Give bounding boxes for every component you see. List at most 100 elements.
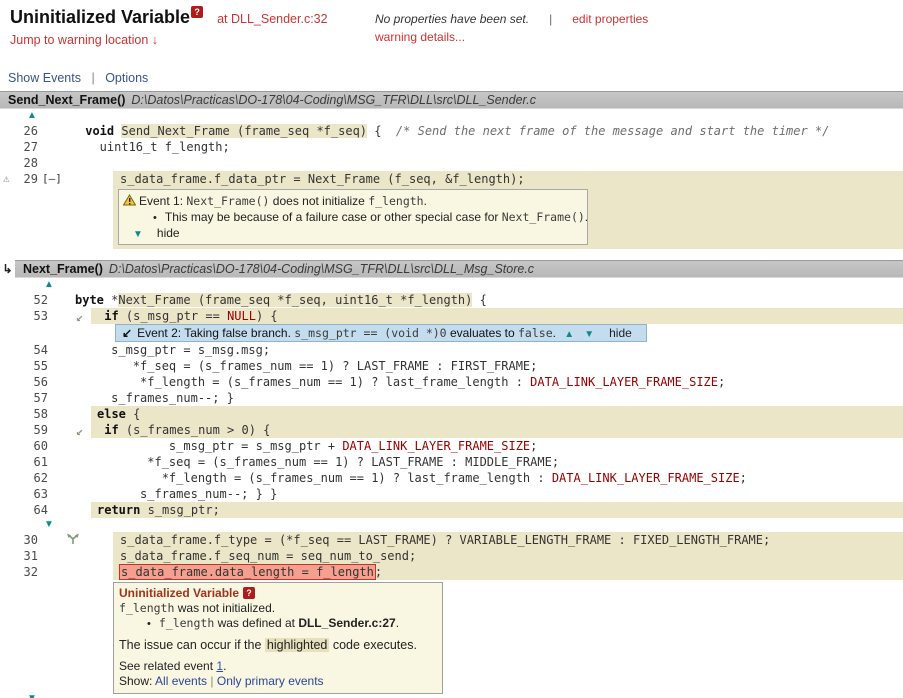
event-bar: ↙Event 2: Taking false branch. s_msg_ptr… bbox=[115, 324, 647, 342]
highlighted-code-row: if (s_frames_num > 0) { bbox=[91, 422, 903, 438]
code-token: { bbox=[472, 293, 486, 307]
code-text: return s_msg_ptr; bbox=[91, 502, 903, 518]
branch-arrow-icon: ↙ bbox=[122, 326, 132, 340]
code-text: if (s_frames_num > 0) { bbox=[91, 422, 903, 438]
edit-properties-link[interactable]: edit properties bbox=[572, 12, 648, 26]
line-number[interactable]: 56 bbox=[0, 374, 48, 390]
code-text: s_frames_num--; } bbox=[75, 390, 903, 406]
line-number[interactable]: 64 bbox=[0, 502, 48, 518]
scroll-up-icon[interactable]: ▲ bbox=[44, 279, 54, 290]
line-number[interactable]: 55 bbox=[0, 358, 48, 374]
code-text: *f_length = (s_frames_num == 1) ? last_f… bbox=[75, 470, 903, 486]
text-segment: DLL_Sender.c:27 bbox=[298, 616, 395, 630]
text-segment: f_length bbox=[368, 194, 423, 208]
event-bar-row: ↙Event 2: Taking false branch. s_msg_ptr… bbox=[0, 324, 903, 342]
line-number[interactable]: 54 bbox=[0, 342, 48, 358]
text-segment: . bbox=[424, 194, 427, 208]
code-line: 58else { bbox=[0, 406, 903, 422]
scroll-down-icon[interactable]: ▼ bbox=[44, 519, 54, 530]
code-line: 54 s_msg_ptr = s_msg.msg; bbox=[0, 342, 903, 358]
related-event-line: See related event 1. bbox=[119, 659, 437, 674]
function-name[interactable]: Next_Frame() bbox=[23, 262, 103, 276]
line-number[interactable]: 53 bbox=[0, 308, 48, 324]
bullet-icon: • bbox=[153, 212, 157, 224]
code-token: (s_msg_ptr == bbox=[119, 309, 227, 323]
code-line: 55 *f_seq = (s_frames_num == 1) ? LAST_F… bbox=[0, 358, 903, 374]
line-number[interactable]: 61 bbox=[0, 454, 48, 470]
text-segment: false bbox=[518, 326, 553, 340]
help-badge-icon[interactable]: ? bbox=[191, 6, 203, 18]
text-segment: The issue can occur if the bbox=[119, 638, 265, 652]
text-segment: | bbox=[207, 674, 217, 688]
line-number[interactable]: 30 bbox=[0, 532, 38, 548]
code-token: { bbox=[126, 407, 140, 421]
text-segment: See related event bbox=[119, 659, 216, 673]
options-link[interactable]: Options bbox=[105, 71, 148, 85]
warning-location-file[interactable]: DLL_Sender.c:32 bbox=[231, 12, 328, 26]
next-event-icon[interactable]: ▼ bbox=[584, 329, 594, 340]
code-token: s_data_frame.f_data_ptr = Next_Frame (f_… bbox=[120, 172, 525, 186]
highlighted-code-row: s_data_frame.f_seq_num = seq_num_to_send… bbox=[113, 548, 903, 564]
function-header-row: ↳ Next_Frame() D:\Datos\Practicas\DO-178\0… bbox=[0, 260, 903, 278]
line-number[interactable]: 60 bbox=[0, 438, 48, 454]
warning-details-link[interactable]: warning details... bbox=[375, 30, 648, 44]
function-header-row: Send_Next_Frame()D:\Datos\Practicas\DO-1… bbox=[0, 91, 903, 109]
show-events-link[interactable]: Show Events bbox=[8, 71, 81, 85]
next-event-icon[interactable]: ▼ bbox=[133, 229, 143, 240]
code-line: 60 s_msg_ptr = s_msg_ptr + DATA_LINK_LAY… bbox=[0, 438, 903, 454]
code-text: *f_seq = (s_frames_num == 1) ? LAST_FRAM… bbox=[75, 454, 903, 470]
highlighted-code-row: s_data_frame.f_type = (*f_seq == LAST_FR… bbox=[113, 532, 903, 548]
line-number[interactable]: 57 bbox=[0, 390, 48, 406]
code-token: ; bbox=[740, 471, 747, 485]
text-segment: was defined at bbox=[214, 616, 298, 630]
code-token: Next_Frame (frame_seq *f_seq, uint16_t *… bbox=[118, 293, 472, 307]
code-text: s_data_frame.f_seq_num = seq_num_to_send… bbox=[113, 548, 903, 564]
help-badge-icon[interactable]: ? bbox=[243, 587, 255, 599]
hide-link[interactable]: hide bbox=[157, 226, 180, 240]
line-number[interactable]: 58 bbox=[0, 406, 48, 422]
warning-filled-icon bbox=[123, 195, 136, 209]
code-line: 63 s_frames_num--; } } bbox=[0, 486, 903, 502]
line-number[interactable]: 59 bbox=[0, 422, 48, 438]
prev-event-icon[interactable]: ▲ bbox=[564, 329, 574, 340]
branch-arrow-icon: ↙ bbox=[76, 423, 83, 439]
code-token: return bbox=[97, 503, 140, 517]
branch-arrow-icon: ↙ bbox=[76, 309, 83, 325]
code-line: 29⚠[–]s_data_frame.f_data_ptr = Next_Fra… bbox=[0, 171, 903, 255]
scroll-up-icon[interactable]: ▲ bbox=[27, 110, 37, 121]
scroll-row: ▼ bbox=[0, 692, 903, 698]
call-branch-icon: ↳ bbox=[0, 260, 15, 278]
code-token: ; bbox=[718, 375, 725, 389]
collapse-toggle[interactable]: [–] bbox=[42, 171, 62, 187]
event-link[interactable]: All events bbox=[155, 674, 207, 688]
line-number[interactable]: 62 bbox=[0, 470, 48, 486]
page-title: Uninitialized Variable bbox=[10, 7, 190, 28]
scroll-row: ▼ bbox=[0, 518, 903, 532]
code-token: *f_seq = (s_frames_num == 1) ? LAST_FRAM… bbox=[75, 455, 559, 469]
line-number[interactable]: 32 bbox=[0, 564, 38, 580]
function-header-bar: Send_Next_Frame()D:\Datos\Practicas\DO-1… bbox=[0, 91, 903, 109]
warning-detail-box: Uninitialized Variable?f_length was not … bbox=[113, 582, 443, 694]
text-segment: Next_Frame() bbox=[186, 194, 269, 208]
jump-to-warning-link[interactable]: Jump to warning location ↓ bbox=[10, 33, 158, 47]
line-number[interactable]: 31 bbox=[0, 548, 38, 564]
hide-link[interactable]: hide bbox=[609, 326, 632, 340]
code-line: 32s_data_frame.data_length = f_length; bbox=[0, 564, 903, 580]
highlighted-code-block: s_data_frame.f_data_ptr = Next_Frame (f_… bbox=[113, 171, 903, 249]
function-name[interactable]: Send_Next_Frame() bbox=[8, 93, 125, 107]
warning-issue-line: The issue can occur if the highlighted c… bbox=[119, 636, 437, 654]
line-number[interactable]: 26 bbox=[0, 123, 38, 139]
line-number[interactable]: 63 bbox=[0, 486, 48, 502]
warning-title-text: Uninitialized Variable bbox=[119, 586, 239, 600]
text-segment: Event 2: Taking false branch. bbox=[137, 326, 294, 340]
code-token: if bbox=[104, 423, 118, 437]
line-number[interactable]: 52 bbox=[0, 292, 48, 308]
line-number[interactable]: 28 bbox=[0, 155, 38, 171]
file-path: D:\Datos\Practicas\DO-178\04-Coding\MSG_… bbox=[109, 262, 534, 276]
text-segment: . bbox=[223, 659, 226, 673]
code-token: NULL bbox=[227, 309, 256, 323]
event-link[interactable]: Only primary events bbox=[217, 674, 324, 688]
code-token: (s_frames_num > 0) { bbox=[119, 423, 271, 437]
scroll-down-icon[interactable]: ▼ bbox=[27, 693, 37, 698]
line-number[interactable]: 27 bbox=[0, 139, 38, 155]
